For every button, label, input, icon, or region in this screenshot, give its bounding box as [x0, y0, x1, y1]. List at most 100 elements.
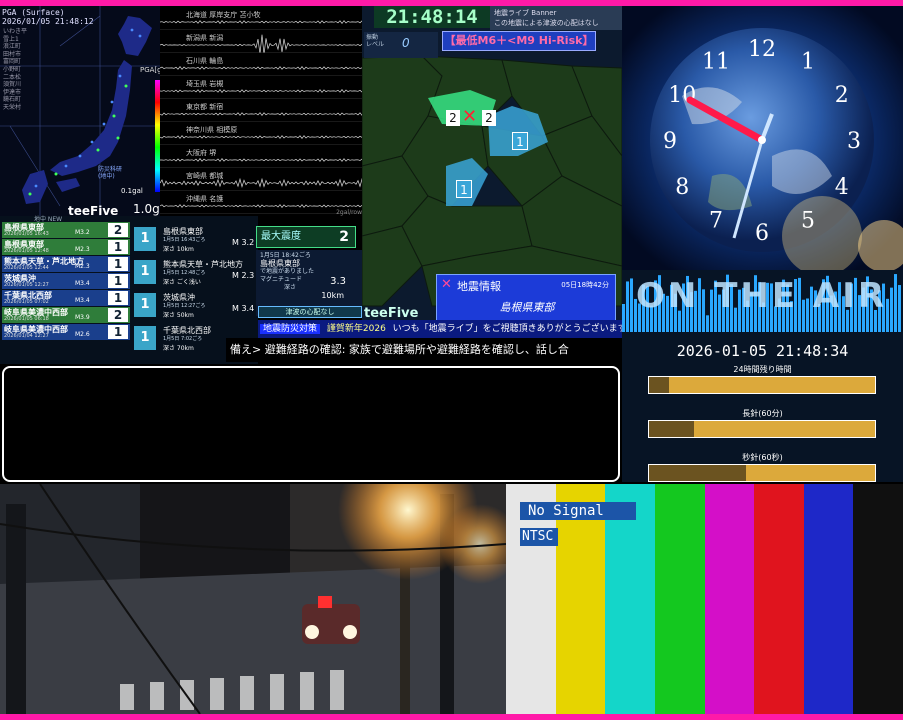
quake-list-item[interactable]: 岐阜県美濃中西部 2026/01/05 06:18 M3.9 2 [2, 307, 130, 323]
seismogram-station-label: 新潟県 新潟 [186, 34, 224, 42]
quake-time: 2026/01/05 12:44 [4, 265, 49, 271]
audio-bar [622, 304, 625, 332]
progress-bar [648, 376, 876, 394]
seismogram-station-label: 神奈川県 相模原 [186, 126, 238, 134]
video-format-label: NTSC [520, 528, 558, 546]
seismogram-station-label: 沖縄県 名護 [186, 195, 224, 203]
quake-list-item[interactable]: 岐阜県美濃中西部 2026/01/04 12:27 M2.6 1 [2, 324, 130, 340]
risk-banner: 【最低M6＋<M9 Hi-Risk】 [442, 31, 596, 51]
shake-level-value: 0 [402, 36, 410, 50]
eq-info-title: 地震情報 [457, 280, 501, 293]
progress-label: 24時間残り時間 [733, 365, 792, 374]
seismogram-row: 埼玉県 岩槻 [160, 77, 364, 99]
seismogram-trace-line [160, 135, 364, 139]
seismogram-station-label: 東京都 新宿 [186, 103, 224, 111]
shake-level-box: 振動 レベル 0 [364, 32, 438, 58]
color-bar [853, 484, 903, 714]
intensity-marker-1b: 1 [456, 180, 472, 198]
pga-station-item: 浪江町 [3, 43, 22, 51]
pga-station-list: いわき平 雪上1 浪江町 田村市 富岡町 小野町 二本松 須賀川 伊達市 鏡石町 天栄村 [3, 28, 27, 112]
quake-intensity: 1 [108, 274, 128, 288]
progress-fill [649, 377, 670, 393]
station-tag: 防災科研 (地中) [98, 166, 123, 180]
quake-magnitude: M3.2 [75, 229, 90, 236]
seismogram-station-label: 石川県 輪島 [186, 57, 224, 65]
detail-intensity-badge: 1 [134, 260, 156, 284]
clock-numeral: 2 [835, 83, 849, 108]
quake-list-item[interactable]: 千葉県北西部 2026/01/05 07:02 M3.4 1 [2, 290, 130, 306]
seismogram-row: 大阪府 堺 [160, 146, 364, 168]
seismogram-station-label: 北海道 厚岸支庁 苫小牧 [186, 11, 261, 19]
quake-time: 2026/01/04 12:27 [4, 333, 49, 339]
on-air-datetime: 2026-01-05 21:48:34 [676, 342, 849, 360]
on-air-panel: ON THE AIR 2026-01-05 21:48:34 24時間残り時間長… [622, 270, 903, 482]
detail-time-item: 1月5日 12:48ごろ [163, 270, 206, 276]
quake-list-item[interactable]: 熊本県天草・芦北地方 2026/01/05 12:44 M2.3 1 [2, 256, 130, 272]
quake-detail-item[interactable]: 1 熊本県天草・芦北地方 1月5日 12:48ごろ 深さ ごく浅い M 2.3 [131, 257, 259, 287]
clock-numeral: 1 [801, 49, 815, 74]
clock-numeral: 12 [748, 37, 776, 62]
quake-detail-item[interactable]: 1 茨城県沖 1月5日 12:27ごろ 深さ 50km M 3.4 [131, 290, 259, 320]
pga-station-item: 富岡町 [3, 58, 22, 66]
seismogram-row: 北海道 厚岸支庁 苫小牧 [160, 8, 364, 30]
street-camera-image [0, 484, 506, 714]
detail-depth-value: 10km [321, 291, 344, 300]
seismogram-row: 東京都 新宿 [160, 100, 364, 122]
detail-magnitude: M 2.3 [232, 271, 255, 280]
tsunami-status: 津波の心配なし [258, 306, 362, 318]
quake-magnitude: M3.4 [75, 297, 90, 304]
progress-fill [649, 421, 695, 437]
clock-numeral: 11 [702, 49, 730, 74]
clock-numeral: 6 [755, 221, 769, 246]
quake-time: 2026/01/05 07:02 [4, 299, 49, 305]
shake-level-label: 振動 レベル [366, 34, 385, 48]
color-bar [704, 484, 756, 714]
pga-station-item: 須賀川 [3, 81, 22, 89]
quake-list-item[interactable]: 島根県東部 2026/01/05 16:43 M3.2 2 [2, 222, 130, 238]
quake-magnitude: M3.4 [75, 280, 90, 287]
caption-box [2, 366, 620, 482]
quake-intensity: 2 [108, 223, 128, 237]
eq-info-time: 05日18時42分 [561, 281, 609, 289]
seismogram-row: 新潟県 新潟 [160, 31, 364, 53]
intensity-marker-2a: 2 [446, 110, 460, 126]
quake-time: 2026/01/05 12:48 [4, 248, 49, 254]
epicenter-icon: ✕ [462, 106, 478, 127]
quake-intensity: 2 [108, 308, 128, 322]
brand-logo-map: teeFive [364, 306, 419, 321]
detail-depth: 深さ ごく浅い [163, 279, 201, 286]
seismogram-trace-line [160, 112, 364, 116]
intensity-marker-2b: 2 [482, 110, 496, 126]
audio-bar [706, 315, 709, 332]
detail-place: 島根県東部 [260, 259, 300, 268]
quake-list-item[interactable]: 島根県東部 2026/01/05 12:48 M2.3 1 [2, 239, 130, 255]
quake-intensity: 1 [108, 325, 128, 339]
quake-detail-item[interactable]: 1 島根県東部 1月5日 16:43ごろ 深さ 10km M 3.2 [131, 224, 259, 254]
digital-clock: 21:48:14 [374, 6, 490, 28]
detail-intensity-badge: 1 [134, 227, 156, 251]
no-signal-label: No Signal [520, 502, 636, 520]
quake-time: 2026/01/05 12:27 [4, 282, 49, 288]
seismogram-row: 神奈川県 相模原 [160, 123, 364, 145]
pga-station-item: いわき平 [3, 28, 28, 35]
max-intensity-label: 最大震度 [261, 231, 301, 242]
seismogram-row: 沖縄県 名護 [160, 192, 364, 214]
pga-map-panel: PGA (Surface) 2026/01/05 21:48:12 いわき平 雪上… [0, 6, 160, 218]
ticker-message: いつも「地震ライブ」をご視聴頂きありがとうございます! [392, 324, 622, 334]
seismogram-trace-line [160, 204, 364, 208]
quake-time: 2026/01/05 16:43 [4, 231, 49, 237]
quake-time: 2026/01/05 06:18 [4, 316, 49, 322]
detail-time-item: 1月5日 7:02ごろ [163, 336, 203, 342]
quake-list-item[interactable]: 茨城県沖 2026/01/05 12:27 M3.4 1 [2, 273, 130, 289]
quake-magnitude: M2.6 [75, 331, 90, 338]
intensity-marker-1a: 1 [512, 132, 528, 150]
detail-depth: 深さ 10km [163, 246, 194, 253]
analog-clock-panel: 12 1 2 3 4 5 6 7 8 9 10 11 [622, 6, 903, 270]
no-signal-panel: No Signal NTSC [506, 484, 903, 714]
progress-label: 長針(60分) [742, 409, 783, 418]
pga-header: PGA (Surface) 2026/01/05 21:48:12 [2, 8, 94, 26]
audio-bar [894, 274, 897, 332]
pga-unit-label: PGA[gal] [140, 66, 160, 74]
progress-bar [648, 420, 876, 438]
regional-map-panel: 2 ✕ 2 1 1 21:48:14 地震ライブ Banner この地震による津… [362, 6, 622, 324]
